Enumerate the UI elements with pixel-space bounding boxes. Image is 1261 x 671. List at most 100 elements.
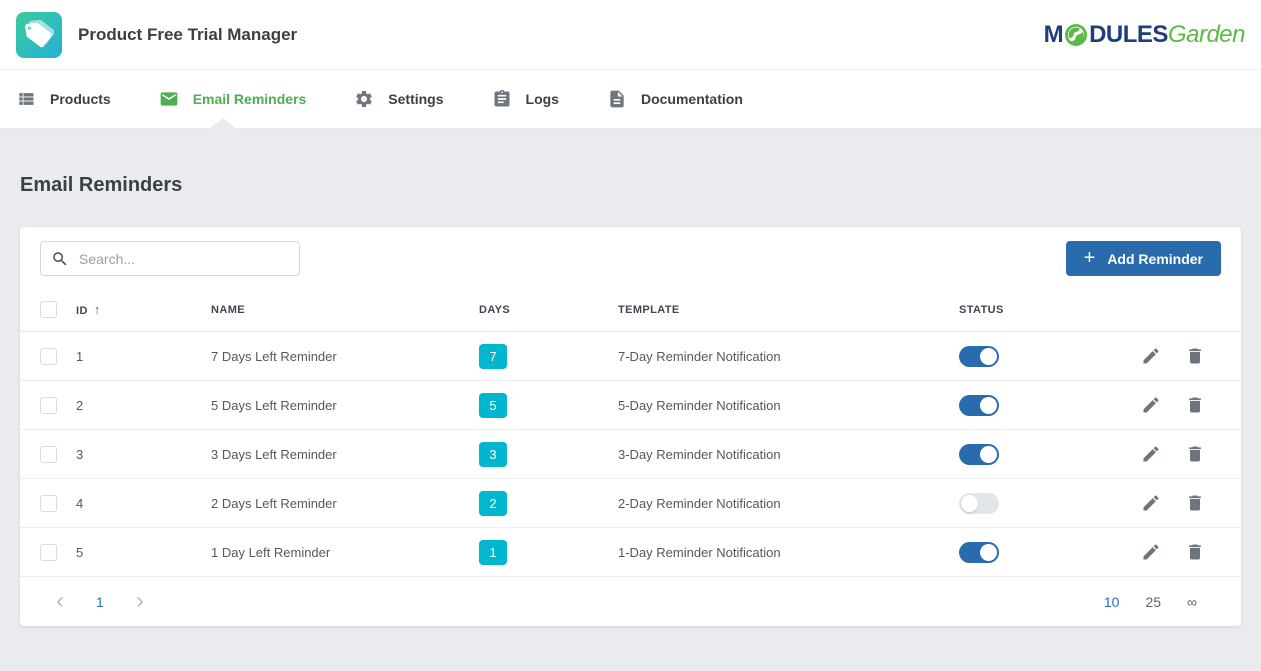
days-badge: 7 [479,344,507,369]
search-input[interactable] [79,251,289,267]
edit-button[interactable] [1141,346,1161,366]
column-header-template[interactable]: TEMPLATE [618,304,959,316]
toggle-knob [980,446,997,463]
nav-label: Settings [388,91,443,107]
column-header-status[interactable]: STATUS [959,304,1141,316]
cell-template: 7-Day Reminder Notification [618,349,959,364]
modulesgarden-logo: M DULES Garden [1044,21,1245,49]
trash-icon [1185,493,1205,513]
pencil-icon [1141,493,1161,513]
list-icon [16,89,36,109]
current-page[interactable]: 1 [96,594,104,610]
status-toggle[interactable] [959,346,999,367]
nav-item-logs[interactable]: Logs [492,89,559,109]
pencil-icon [1141,542,1161,562]
edit-button[interactable] [1141,493,1161,513]
nav-label: Products [50,91,111,107]
pencil-icon [1141,395,1161,415]
nav-label: Email Reminders [193,91,307,107]
page-size-10[interactable]: 10 [1104,594,1120,610]
nav-item-products[interactable]: Products [16,89,111,109]
document-icon [607,89,627,109]
table-row: 2 5 Days Left Reminder 5 5-Day Reminder … [20,381,1241,430]
page-size-all[interactable]: ∞ [1187,594,1197,610]
delete-button[interactable] [1185,493,1205,513]
column-header-id[interactable]: ID↑ [76,302,211,317]
page-size-selector: 10 25 ∞ [1104,594,1197,610]
days-badge: 1 [479,540,507,565]
nav-label: Logs [526,91,559,107]
plus-icon: + [1084,248,1096,268]
select-all-checkbox[interactable] [40,301,57,318]
cell-id: 3 [76,447,211,462]
main-nav: Products Email Reminders Settings Logs D… [0,70,1261,129]
price-tag-icon [24,20,54,50]
delete-button[interactable] [1185,444,1205,464]
cell-name: 3 Days Left Reminder [211,447,479,462]
edit-button[interactable] [1141,395,1161,415]
toggle-knob [980,544,997,561]
pencil-icon [1141,444,1161,464]
nav-item-email-reminders[interactable]: Email Reminders [159,89,307,109]
cell-name: 5 Days Left Reminder [211,398,479,413]
status-toggle[interactable] [959,444,999,465]
column-header-name[interactable]: NAME [211,304,479,316]
delete-button[interactable] [1185,395,1205,415]
pencil-icon [1141,346,1161,366]
days-badge: 5 [479,393,507,418]
card-toolbar: + Add Reminder [20,227,1241,288]
gear-icon [354,89,374,109]
cell-id: 5 [76,545,211,560]
status-toggle[interactable] [959,395,999,416]
table-header-row: ID↑ NAME DAYS TEMPLATE STATUS [20,288,1241,332]
cell-id: 1 [76,349,211,364]
trash-icon [1185,444,1205,464]
status-toggle[interactable] [959,542,999,563]
search-icon [51,250,69,268]
toggle-knob [980,397,997,414]
app-header: Product Free Trial Manager M DULES Garde… [0,0,1261,70]
cell-name: 1 Day Left Reminder [211,545,479,560]
cell-id: 2 [76,398,211,413]
cell-name: 7 Days Left Reminder [211,349,479,364]
add-reminder-button[interactable]: + Add Reminder [1066,241,1221,276]
page-app-title: Product Free Trial Manager [78,25,297,45]
row-checkbox[interactable] [40,397,57,414]
edit-button[interactable] [1141,444,1161,464]
column-header-days[interactable]: DAYS [479,304,618,316]
delete-button[interactable] [1185,346,1205,366]
page-size-25[interactable]: 25 [1145,594,1161,610]
table-row: 1 7 Days Left Reminder 7 7-Day Reminder … [20,332,1241,381]
email-icon [159,89,179,109]
toggle-knob [980,348,997,365]
toggle-knob [961,495,978,512]
edit-button[interactable] [1141,542,1161,562]
brand-text-m: M [1044,21,1064,49]
cell-name: 2 Days Left Reminder [211,496,479,511]
table-row: 4 2 Days Left Reminder 2 2-Day Reminder … [20,479,1241,528]
brand-text-garden: Garden [1168,21,1245,49]
table-row: 5 1 Day Left Reminder 1 1-Day Reminder N… [20,528,1241,577]
page-content: Email Reminders + Add Reminder ID↑ NAME … [0,174,1261,626]
row-checkbox[interactable] [40,495,57,512]
page-title: Email Reminders [20,174,1241,197]
nav-item-settings[interactable]: Settings [354,89,443,109]
active-tab-caret [209,118,237,129]
cell-id: 4 [76,496,211,511]
chevron-right-icon[interactable] [130,592,150,612]
row-checkbox[interactable] [40,446,57,463]
cell-template: 5-Day Reminder Notification [618,398,959,413]
trash-icon [1185,395,1205,415]
globe-icon [1064,23,1088,47]
pager: 1 [50,592,150,612]
row-checkbox[interactable] [40,348,57,365]
add-reminder-label: Add Reminder [1107,251,1203,267]
app-logo [16,12,62,58]
reminders-card: + Add Reminder ID↑ NAME DAYS TEMPLATE ST… [20,227,1241,626]
row-checkbox[interactable] [40,544,57,561]
table-row: 3 3 Days Left Reminder 3 3-Day Reminder … [20,430,1241,479]
status-toggle[interactable] [959,493,999,514]
nav-item-documentation[interactable]: Documentation [607,89,743,109]
delete-button[interactable] [1185,542,1205,562]
chevron-left-icon[interactable] [50,592,70,612]
